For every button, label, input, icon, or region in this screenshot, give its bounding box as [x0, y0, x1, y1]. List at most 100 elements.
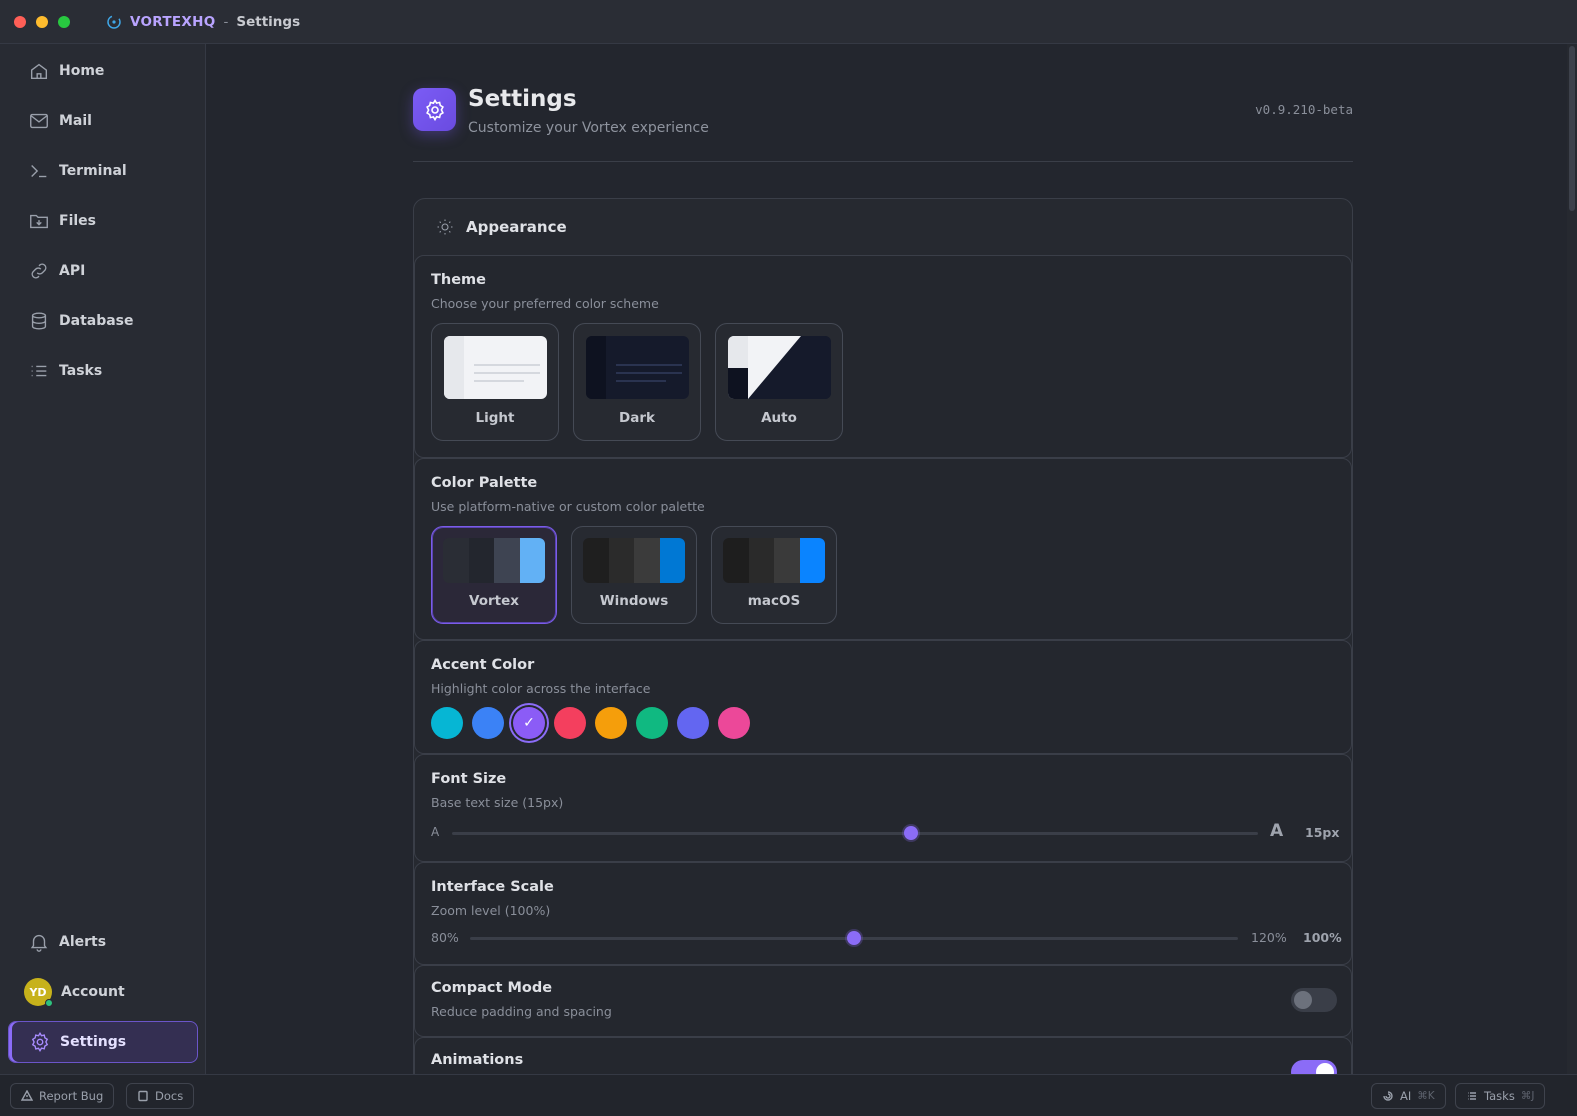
accent-swatch[interactable] [595, 707, 627, 739]
palette-swatch [723, 538, 749, 583]
main-content: Settings Customize your Vortex experienc… [207, 44, 1577, 1074]
version-label: v0.9.210-beta [1255, 102, 1353, 117]
ai-button[interactable]: AI ⌘K [1371, 1083, 1446, 1109]
sidebar-item-account[interactable]: YD Account [8, 971, 198, 1013]
page-subtitle: Customize your Vortex experience [468, 120, 709, 136]
font-size-max-label: A [1270, 821, 1284, 841]
close-window-button[interactable] [14, 15, 26, 28]
accent-swatch[interactable] [718, 707, 750, 739]
brand-name: VORTEXHQ [130, 13, 216, 30]
header-divider [413, 161, 1353, 162]
scale-value: 100% [1303, 930, 1342, 945]
accent-swatch[interactable] [677, 707, 709, 739]
database-icon [31, 312, 47, 330]
font-size-min-label: A [431, 825, 440, 839]
dark-theme-preview [586, 336, 689, 399]
scale-title: Interface Scale [431, 879, 554, 895]
accent-title: Accent Color [431, 657, 535, 673]
sidebar-item-label: Account [61, 984, 125, 1000]
tasks-shortcut: ⌘J [1520, 1090, 1535, 1102]
vortex-logo-icon [107, 14, 121, 29]
avatar: YD [24, 978, 53, 1007]
terminal-icon [31, 165, 47, 178]
sidebar-item-database[interactable]: Database [8, 300, 198, 342]
status-bar: Report Bug Docs AI ⌘K Tasks ⌘J [0, 1074, 1577, 1116]
palette-option-macos[interactable]: macOS [711, 526, 837, 624]
appearance-title: Appearance [466, 218, 567, 236]
accent-subtitle: Highlight color across the interface [431, 681, 651, 696]
accent-swatch[interactable] [431, 707, 463, 739]
auto-theme-preview [728, 336, 831, 399]
maximize-window-button[interactable] [58, 15, 70, 28]
accent-swatch[interactable] [554, 707, 586, 739]
palette-subtitle: Use platform-native or custom color pale… [431, 499, 705, 514]
accent-section: Accent Color Highlight color across the … [414, 640, 1352, 754]
font-size-subtitle: Base text size (15px) [431, 795, 564, 810]
font-size-section: Font Size Base text size (15px) A A 15px [414, 754, 1352, 862]
accent-swatch[interactable] [636, 707, 668, 739]
animations-toggle[interactable] [1291, 1060, 1337, 1074]
scrollbar[interactable] [1567, 44, 1577, 1074]
palette-swatches [583, 538, 685, 583]
palette-title: Color Palette [431, 475, 538, 491]
scrollbar-thumb[interactable] [1569, 46, 1575, 211]
theme-option-light[interactable]: Light [431, 323, 559, 441]
scale-slider-handle[interactable] [847, 931, 861, 945]
sidebar-item-label: Tasks [59, 363, 103, 379]
compact-mode-toggle[interactable] [1291, 988, 1337, 1012]
accent-swatch[interactable] [513, 707, 545, 739]
sidebar-item-mail[interactable]: Mail [8, 100, 198, 142]
link-icon [31, 263, 47, 279]
palette-swatch [583, 538, 609, 583]
palette-swatch [799, 538, 825, 583]
sidebar-item-tasks[interactable]: Tasks [8, 350, 198, 392]
palette-option-label: Windows [599, 593, 669, 609]
palette-option-vortex[interactable]: Vortex [431, 526, 557, 624]
palette-swatch [659, 538, 685, 583]
sidebar-item-files[interactable]: Files [8, 200, 198, 242]
bell-icon [30, 934, 48, 952]
font-size-value: 15px [1305, 825, 1340, 840]
avatar-initials: YD [29, 985, 47, 999]
gear-icon [425, 98, 444, 121]
docs-button[interactable]: Docs [126, 1083, 195, 1109]
theme-option-dark[interactable]: Dark [573, 323, 701, 441]
font-size-slider-handle[interactable] [904, 826, 919, 840]
theme-option-label: Dark [619, 410, 655, 426]
theme-option-label: Auto [761, 410, 797, 426]
palette-option-label: Vortex [469, 593, 519, 609]
sidebar-item-api[interactable]: API [8, 250, 198, 292]
online-status-dot [45, 999, 53, 1007]
docs-label: Docs [155, 1089, 184, 1103]
tasks-button[interactable]: Tasks ⌘J [1455, 1083, 1546, 1109]
palette-swatch [443, 538, 469, 583]
animations-title: Animations [431, 1052, 524, 1068]
font-size-slider[interactable] [452, 832, 1258, 835]
compact-mode-section: Compact Mode Reduce padding and spacing [414, 965, 1352, 1037]
window-page-title: Settings [236, 13, 301, 30]
accent-swatch[interactable] [472, 707, 504, 739]
font-size-title: Font Size [431, 771, 507, 787]
ai-label: AI [1400, 1089, 1412, 1103]
theme-option-auto[interactable]: Auto [715, 323, 843, 441]
window-controls [14, 15, 70, 28]
palette-swatch [494, 538, 520, 583]
sun-icon [437, 219, 453, 235]
animations-section: Animations [414, 1037, 1352, 1074]
toggle-knob [1316, 1063, 1334, 1074]
report-bug-button[interactable]: Report Bug [10, 1083, 115, 1109]
ai-shortcut: ⌘K [1417, 1090, 1435, 1102]
palette-option-windows[interactable]: Windows [571, 526, 697, 624]
light-theme-preview [444, 336, 547, 399]
theme-subtitle: Choose your preferred color scheme [431, 296, 659, 311]
sidebar-item-settings[interactable]: Settings [8, 1021, 198, 1063]
window-title: VORTEXHQ - Settings [106, 14, 300, 30]
sidebar-item-alerts[interactable]: Alerts [8, 921, 198, 963]
minimize-window-button[interactable] [36, 15, 48, 28]
appearance-header: Appearance [414, 199, 1352, 255]
sidebar-item-home[interactable]: Home [8, 50, 198, 92]
interface-scale-section: Interface Scale Zoom level (100%) 80% 12… [414, 862, 1352, 965]
sidebar-item-label: Mail [59, 113, 92, 129]
scale-subtitle: Zoom level (100%) [431, 903, 551, 918]
sidebar-item-terminal[interactable]: Terminal [8, 150, 198, 192]
